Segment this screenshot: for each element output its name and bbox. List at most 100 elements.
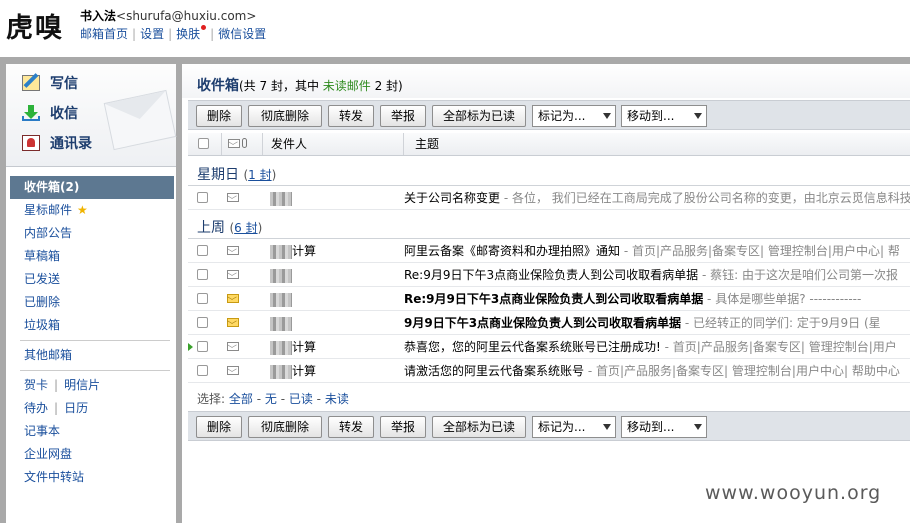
mark-all-read-button[interactable]: 全部标为已读 (432, 105, 526, 127)
sender (270, 287, 400, 310)
subject: Re:9月9日下午3点商业保险负责人到公司收取看病单据 (404, 268, 699, 282)
tool-calendar[interactable]: 日历 (64, 401, 88, 415)
folder-announcements[interactable]: 内部公告 (10, 222, 174, 245)
tool-todo[interactable]: 待办 (24, 401, 48, 415)
mail-row[interactable]: Re:9月9日下午3点商业保险负责人到公司收取看病单据 - 蔡钰: 由于这次是咱… (188, 263, 910, 287)
mark-all-read-button[interactable]: 全部标为已读 (432, 416, 526, 438)
subject-cell: 9月9日下午3点商业保险负责人到公司收取看病单据 - 已经转正的同学们: 定于9… (404, 311, 910, 334)
status-column[interactable] (222, 133, 263, 155)
receive-button[interactable]: 收信 (22, 101, 78, 125)
mark-as-label: 标记为... (538, 420, 586, 434)
other-mailboxes[interactable]: 其他邮箱 (10, 344, 174, 367)
select-unread-link[interactable]: 未读 (325, 392, 349, 406)
sender (270, 311, 400, 334)
sender: 计算 (270, 359, 400, 382)
tool-notes[interactable]: 记事本 (10, 420, 174, 443)
logo[interactable]: 虎嗅 (6, 6, 64, 45)
tool-postcard[interactable]: 明信片 (64, 378, 100, 392)
folder-deleted[interactable]: 已删除 (10, 291, 174, 314)
mark-as-label: 标记为... (538, 109, 586, 123)
mark-as-select[interactable]: 标记为... (532, 105, 616, 127)
report-button[interactable]: 举报 (380, 105, 426, 127)
preview: - 首页|产品服务|备案专区| 管理控制台|用户中心| 帮 (620, 244, 900, 258)
tool-greeting-card[interactable]: 贺卡 (24, 378, 48, 392)
move-to-label: 移动到... (627, 420, 675, 434)
delete-button[interactable]: 删除 (196, 416, 242, 438)
mail-row[interactable]: 计算 阿里云备案《邮寄资料和办理拍照》通知 - 首页|产品服务|备案专区| 管理… (188, 239, 910, 263)
column-from[interactable]: 发件人 (263, 133, 404, 155)
link-mail-home[interactable]: 邮箱首页 (80, 27, 128, 41)
move-to-select[interactable]: 移动到... (621, 416, 707, 438)
move-to-select[interactable]: 移动到... (621, 105, 707, 127)
divider: | (54, 401, 59, 415)
forward-button[interactable]: 转发 (328, 416, 374, 438)
select-all-checkbox[interactable] (198, 138, 209, 149)
column-header: 发件人 主题 (188, 133, 910, 156)
folder-spam[interactable]: 垃圾箱 (10, 314, 174, 337)
contacts-button[interactable]: 通讯录 (22, 131, 92, 155)
selection-bar: 选择: 全部 - 无 - 已读 - 未读 (197, 392, 349, 406)
preview: - 首页|产品服务|备案专区| 管理控制台|用户 (660, 340, 897, 354)
folder-sent[interactable]: 已发送 (10, 268, 174, 291)
folder-drafts[interactable]: 草稿箱 (10, 245, 174, 268)
row-checkbox[interactable] (197, 245, 208, 256)
link-skin[interactable]: 换肤 (176, 27, 200, 41)
tool-file-transfer[interactable]: 文件中转站 (10, 466, 174, 489)
redacted-sender-icon (270, 364, 292, 379)
inbox-count-prefix: (共 7 封，其中 (239, 79, 323, 93)
folder-starred[interactable]: 星标邮件 ★ (10, 199, 174, 222)
mail-row-unread[interactable]: 9月9日下午3点商业保险负责人到公司收取看病单据 - 已经转正的同学们: 定于9… (188, 311, 910, 335)
link-wechat-settings[interactable]: 微信设置 (218, 27, 266, 41)
row-checkbox[interactable] (197, 341, 208, 352)
group-count-link[interactable]: 6 封 (234, 221, 257, 235)
divider: | (132, 27, 137, 41)
group-count: (1 封) (243, 168, 277, 182)
folder-inbox[interactable]: 收件箱(2) (10, 176, 174, 199)
purge-button[interactable]: 彻底删除 (248, 416, 322, 438)
mail-unread-icon (227, 294, 239, 303)
mail-row-unread[interactable]: Re:9月9日下午3点商业保险负责人到公司收取看病单据 - 具体是哪些单据? -… (188, 287, 910, 311)
purge-button[interactable]: 彻底删除 (248, 105, 322, 127)
select-all-link[interactable]: 全部 (229, 392, 253, 406)
delete-button[interactable]: 删除 (196, 105, 242, 127)
group-header-sunday: 星期日 (1 封) (197, 164, 276, 184)
mail-read-icon (227, 193, 239, 202)
select-none-link[interactable]: 无 (265, 392, 277, 406)
forward-button[interactable]: 转发 (328, 105, 374, 127)
column-subject[interactable]: 主题 (404, 133, 910, 155)
sender (270, 186, 400, 209)
row-checkbox[interactable] (197, 317, 208, 328)
row-checkbox[interactable] (197, 192, 208, 203)
mark-as-select[interactable]: 标记为... (532, 416, 616, 438)
current-row-marker-icon (188, 343, 193, 351)
sender (270, 263, 400, 286)
subject-cell: 请激活您的阿里云代备案系统账号 - 首页|产品服务|备案专区| 管理控制台|用户… (404, 359, 910, 382)
mail-row[interactable]: 关于公司名称变更 - 各位， 我们已经在工商局完成了股份公司名称的变更，由北京云… (188, 186, 910, 210)
page-title: 收件箱(共 7 封，其中 未读邮件 2 封) (197, 75, 403, 95)
star-icon: ★ (77, 203, 88, 217)
compose-button[interactable]: 写信 (22, 71, 78, 95)
mail-row[interactable]: 计算 恭喜您，您的阿里云代备案系统账号已注册成功! - 首页|产品服务|备案专区… (188, 335, 910, 359)
mail-read-icon (227, 270, 239, 279)
tool-netdisk[interactable]: 企业网盘 (10, 443, 174, 466)
divider: | (168, 27, 173, 41)
inbox-title: 收件箱 (197, 78, 239, 94)
mail-read-icon (227, 366, 239, 375)
group-count-link[interactable]: 1 封 (248, 168, 271, 182)
divider (20, 370, 170, 371)
mail-row[interactable]: 计算 请激活您的阿里云代备案系统账号 - 首页|产品服务|备案专区| 管理控制台… (188, 359, 910, 383)
row-checkbox[interactable] (197, 293, 208, 304)
report-button[interactable]: 举报 (380, 416, 426, 438)
row-checkbox[interactable] (197, 269, 208, 280)
sender: 计算 (270, 335, 400, 358)
divider (20, 340, 170, 341)
unread-link[interactable]: 未读邮件 (323, 79, 371, 93)
subject-cell: 阿里云备案《邮寄资料和办理拍照》通知 - 首页|产品服务|备案专区| 管理控制台… (404, 239, 910, 262)
divider: | (210, 27, 215, 41)
subject: Re:9月9日下午3点商业保险负责人到公司收取看病单据 (404, 292, 704, 306)
title-bar: 收件箱(共 7 封，其中 未读邮件 2 封) (182, 64, 910, 98)
select-read-link[interactable]: 已读 (289, 392, 313, 406)
watermark: www.wooyun.org (705, 482, 882, 504)
row-checkbox[interactable] (197, 365, 208, 376)
link-settings[interactable]: 设置 (140, 27, 164, 41)
